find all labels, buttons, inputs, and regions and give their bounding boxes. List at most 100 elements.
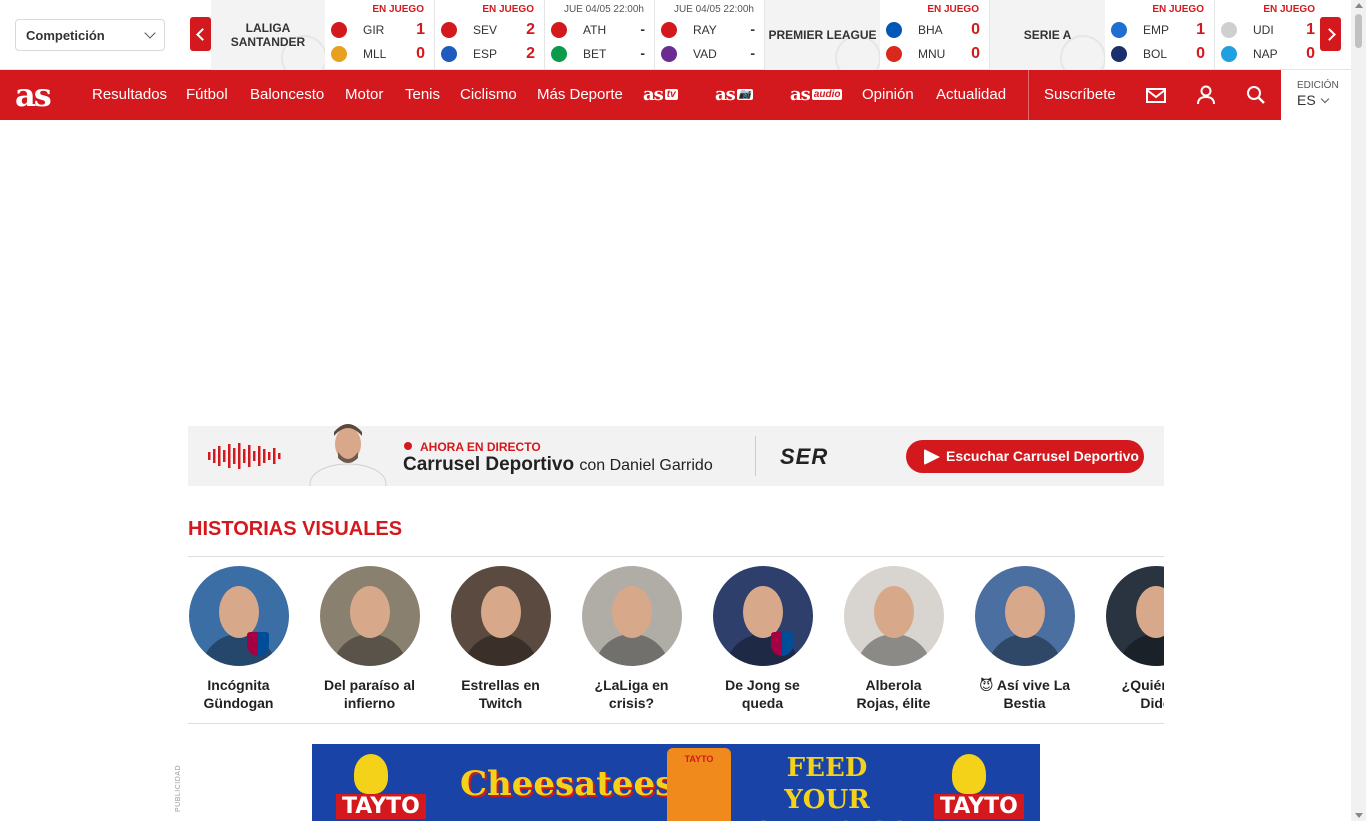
league-laliga[interactable]: LALIGA SANTANDER bbox=[211, 0, 325, 70]
ad-product: Cheesatees bbox=[460, 764, 675, 804]
as-audio-logo[interactable]: as audio bbox=[790, 84, 843, 105]
team-abbr: VAD bbox=[693, 47, 717, 61]
story-item[interactable]: 😈 Así vive La Bestia bbox=[974, 566, 1075, 712]
nav-item-mas-deporte[interactable]: Más Deporte bbox=[537, 86, 623, 103]
team-row: BOL 0 bbox=[1111, 44, 1209, 64]
section-title[interactable]: HISTORIAS VISUALES bbox=[188, 518, 402, 541]
competition-select[interactable]: Competición bbox=[15, 19, 165, 51]
story-item[interactable]: Estrellas en Twitch bbox=[450, 566, 551, 712]
user-icon[interactable] bbox=[1195, 84, 1217, 106]
match-card[interactable]: EN JUEGO SEV 2 ESP 2 bbox=[435, 0, 545, 70]
team-crest-icon bbox=[551, 46, 567, 62]
league-premier[interactable]: PREMIER LEAGUE bbox=[765, 0, 880, 70]
match-status: EN JUEGO bbox=[1263, 4, 1315, 15]
nav-item-futbol[interactable]: Fútbol bbox=[186, 86, 228, 103]
scroll-up-arrow-icon[interactable] bbox=[1355, 3, 1363, 8]
team-abbr: UDI bbox=[1253, 23, 1274, 37]
team-abbr: EMP bbox=[1143, 23, 1170, 37]
section-divider bbox=[188, 556, 1164, 557]
edition-selector[interactable]: EDICIÓN ES bbox=[1281, 70, 1351, 120]
story-thumbnail[interactable] bbox=[319, 566, 420, 666]
team-score: 1 bbox=[1196, 21, 1205, 38]
club-crest-icon bbox=[770, 632, 793, 656]
team-score: - bbox=[750, 45, 755, 61]
team-abbr: BHA bbox=[918, 23, 943, 37]
story-item[interactable]: Alberola Rojas, élite bbox=[843, 566, 944, 712]
story-figure-face bbox=[1135, 586, 1164, 638]
subscribe-link[interactable]: Suscríbete bbox=[1044, 86, 1116, 103]
team-crest-icon bbox=[331, 46, 347, 62]
scoreboard-prev-button[interactable] bbox=[190, 17, 211, 51]
advertisement-banner[interactable]: TAYTO Cheesatees TAYTO FEED YOUR CHEESIO… bbox=[312, 744, 1040, 821]
story-figure-body bbox=[593, 634, 670, 666]
story-caption: Alberola Rojas, élite bbox=[856, 677, 931, 711]
team-abbr: GIR bbox=[363, 23, 385, 37]
story-figure-face bbox=[742, 586, 783, 638]
search-icon[interactable] bbox=[1245, 84, 1267, 106]
match-card[interactable]: EN JUEGO GIR 1 MLL 0 bbox=[325, 0, 435, 70]
team-abbr: BET bbox=[583, 47, 607, 61]
team-row: MLL 0 bbox=[331, 44, 429, 64]
story-item[interactable]: Incógnita Gündogan bbox=[188, 566, 289, 712]
story-item[interactable]: ¿Quién es Dide bbox=[1105, 566, 1164, 712]
team-crest-icon bbox=[886, 22, 902, 38]
audio-wave-icon: audio bbox=[811, 89, 843, 100]
story-thumbnail[interactable] bbox=[974, 566, 1075, 666]
story-thumbnail[interactable] bbox=[450, 566, 551, 666]
league-serie-a[interactable]: SERIE A bbox=[990, 0, 1105, 70]
story-figure-face bbox=[349, 586, 390, 638]
story-figure-face bbox=[873, 586, 914, 638]
match-status: EN JUEGO bbox=[482, 4, 534, 15]
mascot-icon bbox=[952, 754, 986, 794]
edition-value: ES bbox=[1297, 92, 1316, 108]
story-figure-body bbox=[462, 634, 539, 666]
nav-item-tenis[interactable]: Tenis bbox=[405, 86, 440, 103]
nav-item-actualidad[interactable]: Actualidad bbox=[936, 86, 1006, 103]
radio-live-banner[interactable]: AHORA EN DIRECTO Carrusel Deportivo con … bbox=[188, 424, 1164, 486]
match-card[interactable]: JUE 04/05 22:00h RAY - VAD - bbox=[655, 0, 765, 70]
scoreboard-strip: Competición LALIGA SANTANDER EN JUEGO GIR… bbox=[0, 0, 1351, 70]
team-row: ATH - bbox=[551, 20, 649, 40]
ad-label: PUBLICIDAD bbox=[175, 765, 182, 813]
match-status: JUE 04/05 22:00h bbox=[673, 4, 754, 15]
as-logo[interactable]: as bbox=[15, 79, 52, 111]
page-scrollbar[interactable] bbox=[1351, 0, 1366, 821]
story-thumbnail[interactable] bbox=[712, 566, 813, 666]
story-thumbnail[interactable] bbox=[581, 566, 682, 666]
chevron-down-icon bbox=[144, 27, 156, 39]
nav-item-opinion[interactable]: Opinión bbox=[862, 86, 914, 103]
team-row: RAY - bbox=[661, 20, 759, 40]
nav-item-resultados[interactable]: Resultados bbox=[92, 86, 167, 103]
nav-divider bbox=[1028, 70, 1029, 120]
match-card[interactable]: EN JUEGO UDI 1 NAP 0 bbox=[1215, 0, 1325, 70]
nav-item-baloncesto[interactable]: Baloncesto bbox=[250, 86, 324, 103]
story-thumbnail[interactable] bbox=[1105, 566, 1164, 666]
scoreboard-next-button[interactable] bbox=[1320, 17, 1341, 51]
ad-slogan: FEED YOUR CHEESIOSITY bbox=[752, 753, 959, 821]
team-abbr: ATH bbox=[583, 23, 607, 37]
story-item[interactable]: ¿LaLiga en crisis? bbox=[581, 566, 682, 712]
match-status: EN JUEGO bbox=[372, 4, 424, 15]
nav-item-ciclismo[interactable]: Ciclismo bbox=[460, 86, 517, 103]
scrollbar-thumb[interactable] bbox=[1355, 14, 1362, 48]
match-card[interactable]: JUE 04/05 22:00h ATH - BET - bbox=[545, 0, 655, 70]
team-abbr: BOL bbox=[1143, 47, 1168, 61]
story-item[interactable]: De Jong se queda bbox=[712, 566, 813, 712]
team-crest-icon bbox=[331, 22, 347, 38]
story-caption: Incógnita Gündogan bbox=[203, 677, 274, 711]
match-card[interactable]: EN JUEGO EMP 1 BOL 0 bbox=[1105, 0, 1215, 70]
as-foto-logo[interactable]: as 📷 bbox=[715, 84, 754, 105]
scroll-down-arrow-icon[interactable] bbox=[1355, 813, 1363, 818]
listen-live-button[interactable]: Escuchar Carrusel Deportivo bbox=[906, 440, 1144, 473]
story-item[interactable]: Del paraíso al infierno bbox=[319, 566, 420, 712]
team-row: SEV 2 bbox=[441, 20, 539, 40]
as-tv-logo[interactable]: as tv bbox=[643, 84, 678, 105]
team-crest-icon bbox=[441, 46, 457, 62]
league-name: SERIE A bbox=[1023, 28, 1072, 42]
mail-icon[interactable] bbox=[1145, 84, 1167, 106]
story-thumbnail[interactable] bbox=[188, 566, 289, 666]
match-card[interactable]: EN JUEGO BHA 0 MNU 0 bbox=[880, 0, 990, 70]
nav-item-motor[interactable]: Motor bbox=[345, 86, 383, 103]
story-thumbnail[interactable] bbox=[843, 566, 944, 666]
team-crest-icon bbox=[551, 22, 567, 38]
